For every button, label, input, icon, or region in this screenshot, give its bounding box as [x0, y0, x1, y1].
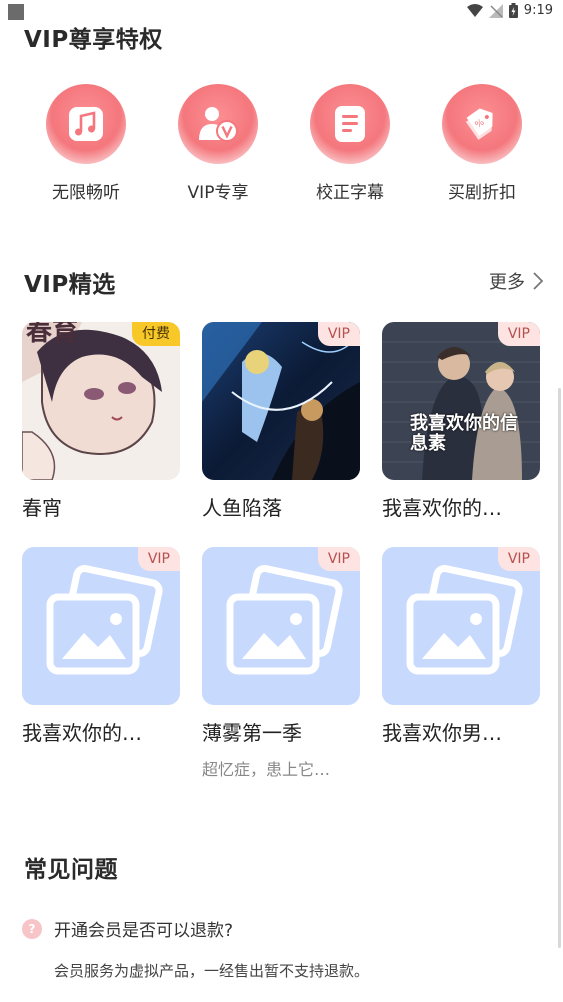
clock: 9:19 — [523, 3, 553, 18]
privilege-unlimited-listening[interactable]: 无限畅听 — [20, 84, 152, 203]
faq-title: 常见问题 — [24, 857, 118, 883]
vip-badge: VIP — [497, 322, 540, 346]
battery-icon — [508, 3, 518, 18]
privilege-label: 买剧折扣 — [448, 183, 516, 203]
more-label: 更多 — [489, 272, 525, 293]
drama-title: 我喜欢你的… — [22, 721, 142, 745]
picks-title: VIP精选 — [24, 272, 116, 298]
drama-cover: VIP — [202, 322, 360, 480]
drama-card[interactable]: VIP 我喜欢你的… — [22, 547, 180, 746]
drama-title: 人鱼陷落 — [202, 496, 282, 520]
privilege-drama-discount[interactable]: % 买剧折扣 — [416, 84, 548, 203]
drama-card[interactable]: VIP 人鱼陷落 — [202, 322, 360, 521]
image-placeholder-icon: VIP — [382, 547, 540, 705]
subtitle-doc-icon — [310, 84, 390, 164]
faq-question-text: 开通会员是否可以退款? — [54, 921, 234, 941]
vip-badge: VIP — [497, 547, 540, 571]
vip-user-icon — [178, 84, 258, 164]
chevron-right-icon — [533, 272, 543, 290]
drama-title: 春宵 — [22, 496, 62, 520]
privilege-label: VIP专享 — [187, 183, 249, 203]
drama-title: 薄雾第一季 — [202, 721, 302, 745]
more-link[interactable]: 更多 — [489, 268, 543, 294]
drama-title: 我喜欢你的… — [382, 496, 502, 520]
question-icon: ? — [22, 918, 42, 939]
wifi-icon — [466, 3, 483, 17]
vip-badge: VIP — [317, 547, 360, 571]
vip-badge: VIP — [137, 547, 180, 571]
drama-subtitle: 超忆症，患上它… — [202, 760, 331, 779]
drama-title: 我喜欢你男… — [382, 721, 502, 745]
drama-cover: 我喜欢你的信息素 VIP — [382, 322, 540, 480]
drama-card[interactable]: VIP 薄雾第一季 超忆症，患上它… — [202, 547, 360, 780]
drama-card[interactable]: VIP 我喜欢你男… — [382, 547, 540, 746]
svg-text:春育: 春育 — [26, 322, 78, 347]
privilege-label: 校正字幕 — [316, 183, 384, 203]
faq-answer: 会员服务为虚拟产品，一经售出暂不支持退款。 — [54, 962, 370, 980]
drama-cover: 春育 付费 — [22, 322, 180, 480]
signal-icon — [488, 3, 503, 18]
status-icons: 9:19 — [466, 3, 553, 18]
drama-card[interactable]: 春育 付费 春宵 — [22, 322, 180, 521]
music-note-icon — [46, 84, 126, 164]
image-placeholder-icon: VIP — [202, 547, 360, 705]
privileges-row: 无限畅听 VIP专享 校正字幕 % 买剧折扣 — [20, 84, 548, 203]
cover-text: 我喜欢你的信息素 — [410, 413, 518, 454]
paid-badge: 付费 — [132, 322, 180, 346]
privilege-label: 无限畅听 — [52, 183, 120, 203]
discount-tag-icon: % — [442, 84, 522, 164]
privileges-title: VIP尊享特权 — [24, 27, 163, 53]
image-placeholder-icon: VIP — [22, 547, 180, 705]
privilege-vip-exclusive[interactable]: VIP专享 — [152, 84, 284, 203]
scrollbar[interactable] — [558, 388, 561, 948]
notification-icon — [8, 4, 24, 20]
faq-question[interactable]: ? 开通会员是否可以退款? — [22, 916, 233, 941]
drama-card[interactable]: 我喜欢你的信息素 VIP 我喜欢你的… — [382, 322, 540, 521]
privilege-subtitle-correction[interactable]: 校正字幕 — [284, 84, 416, 203]
vip-badge: VIP — [317, 322, 360, 346]
